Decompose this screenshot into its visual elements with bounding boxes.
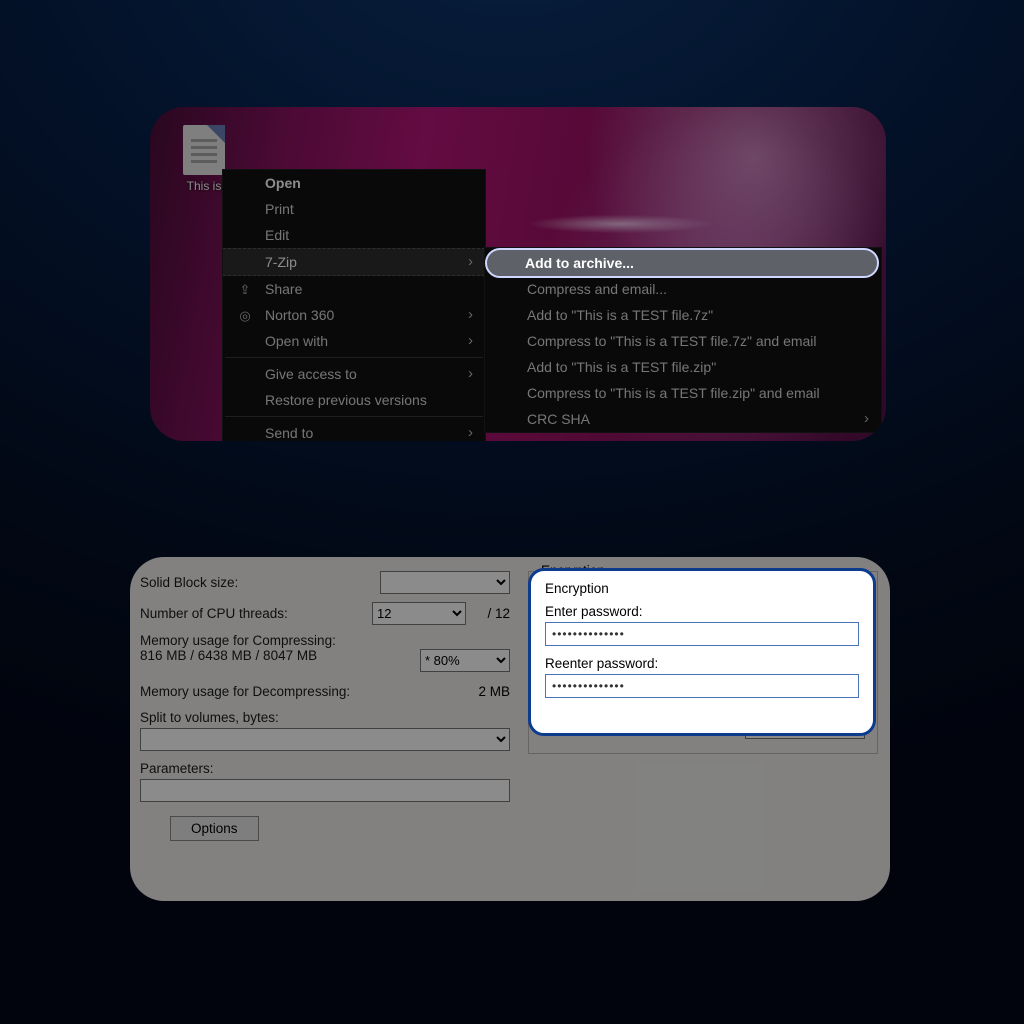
- submenu-add-zip[interactable]: Add to "This is a TEST file.zip": [485, 354, 881, 380]
- menu-norton-label: Norton 360: [265, 307, 334, 323]
- norton-icon: ◎: [237, 308, 253, 324]
- threads-select[interactable]: 12: [372, 602, 466, 625]
- submenu-crc-sha[interactable]: CRC SHA: [485, 406, 881, 432]
- threads-label: Number of CPU threads:: [140, 606, 372, 621]
- enter-password-label-h: Enter password:: [545, 604, 859, 619]
- submenu-compress-zip-email[interactable]: Compress to "This is a TEST file.zip" an…: [485, 380, 881, 406]
- params-label: Parameters:: [140, 761, 510, 776]
- split-select[interactable]: [140, 728, 510, 751]
- solid-block-select[interactable]: [380, 571, 510, 594]
- share-icon: ⇪: [237, 282, 253, 298]
- menu-give-access[interactable]: Give access to: [223, 361, 485, 387]
- threads-max: / 12: [466, 606, 510, 621]
- memd-label: Memory usage for Decompressing:: [140, 684, 454, 699]
- submenu-add-to-archive-label: Add to archive...: [525, 255, 634, 271]
- menu-norton[interactable]: ◎ Norton 360: [223, 302, 485, 328]
- submenu-compress-7z-email[interactable]: Compress to "This is a TEST file.7z" and…: [485, 328, 881, 354]
- menu-7zip[interactable]: 7-Zip: [223, 248, 485, 276]
- submenu-add-7z[interactable]: Add to "This is a TEST file.7z": [485, 302, 881, 328]
- menu-share[interactable]: ⇪ Share: [223, 276, 485, 302]
- enter-password-input[interactable]: [545, 622, 859, 646]
- context-menu: Open Print Edit 7-Zip ⇪ Share ◎ Norton 3…: [222, 169, 486, 441]
- options-button[interactable]: Options: [170, 816, 259, 841]
- menu-restore[interactable]: Restore previous versions: [223, 387, 485, 413]
- menu-share-label: Share: [265, 281, 302, 297]
- menu-print[interactable]: Print: [223, 196, 485, 222]
- menu-send-to[interactable]: Send to: [223, 420, 485, 441]
- memc-select[interactable]: * 80%: [420, 649, 510, 672]
- encryption-highlight: Encryption Enter password: Reenter passw…: [528, 568, 876, 736]
- menu-separator: [225, 357, 483, 358]
- encryption-legend-h: Encryption: [545, 581, 859, 596]
- solid-block-label: Solid Block size:: [140, 575, 380, 590]
- memc-label: Memory usage for Compressing: 816 MB / 6…: [140, 633, 420, 663]
- menu-edit[interactable]: Edit: [223, 222, 485, 248]
- reenter-password-label-h: Reenter password:: [545, 656, 859, 671]
- submenu-compress-email[interactable]: Compress and email...: [485, 276, 881, 302]
- reenter-password-input[interactable]: [545, 674, 859, 698]
- menu-open-with[interactable]: Open with: [223, 328, 485, 354]
- submenu-add-to-archive[interactable]: Add to archive...: [485, 248, 879, 278]
- params-input[interactable]: [140, 779, 510, 802]
- menu-separator: [225, 416, 483, 417]
- memd-value: 2 MB: [454, 684, 510, 699]
- split-label: Split to volumes, bytes:: [140, 710, 510, 725]
- memc-values: 816 MB / 6438 MB / 8047 MB: [140, 648, 317, 663]
- text-file-icon: [183, 125, 225, 175]
- menu-open[interactable]: Open: [223, 170, 485, 196]
- memc-label-text: Memory usage for Compressing:: [140, 633, 336, 648]
